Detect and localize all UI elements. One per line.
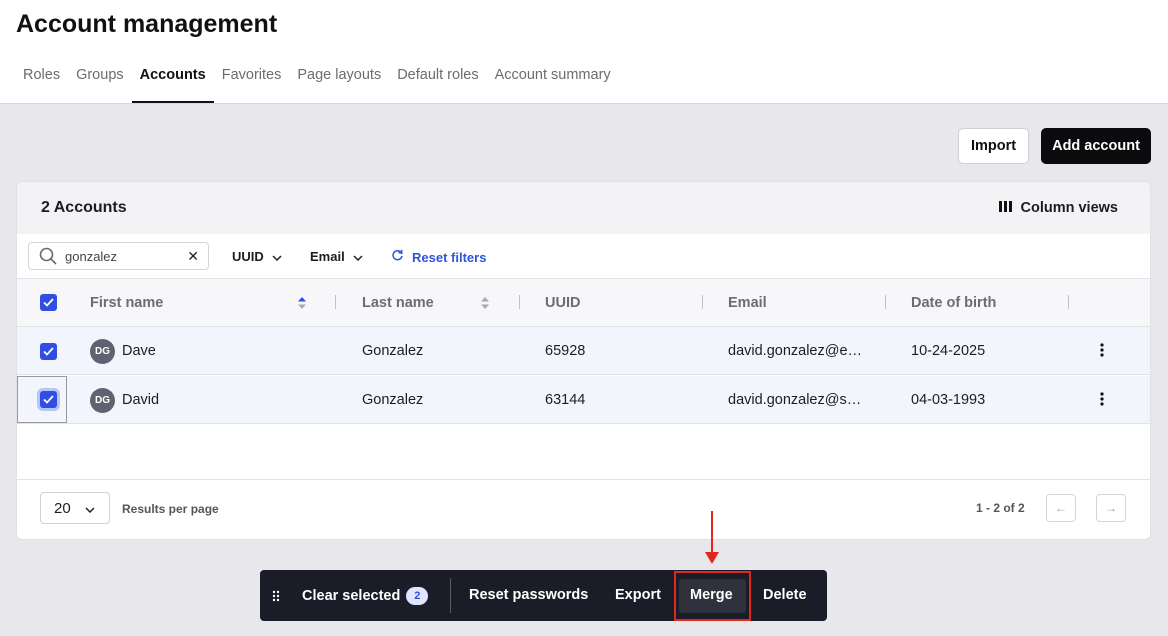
email-filter-dropdown[interactable]: Email xyxy=(310,249,363,264)
export-button[interactable]: Export xyxy=(615,587,661,603)
check-icon xyxy=(43,395,54,404)
table-row[interactable]: DG David Gonzalez 63144 david.gonzalez@s… xyxy=(17,376,1150,424)
last-name-cell: Gonzalez xyxy=(362,343,424,359)
tab-bar: Roles Groups Accounts Favorites Page lay… xyxy=(15,55,619,104)
column-header-date-of-birth[interactable]: Date of birth xyxy=(911,295,996,311)
row-checkbox[interactable] xyxy=(40,343,57,360)
last-name-cell: Gonzalez xyxy=(362,392,424,408)
filter-bar: ✕ UUID Email Reset filters xyxy=(17,234,1150,279)
email-cell: david.gonzalez@e… xyxy=(728,343,863,359)
column-views-button[interactable]: Column views xyxy=(998,200,1119,216)
import-button[interactable]: Import xyxy=(958,128,1029,164)
column-divider[interactable] xyxy=(702,295,703,309)
arrow-left-icon: ← xyxy=(1055,501,1067,515)
first-name-cell: David xyxy=(122,392,160,408)
search-box: ✕ xyxy=(28,242,209,270)
column-header-email[interactable]: Email xyxy=(728,295,767,311)
column-divider[interactable] xyxy=(335,295,336,309)
merge-highlight-box xyxy=(674,571,751,621)
reset-filters-label: Reset filters xyxy=(412,249,487,265)
tab-accounts[interactable]: Accounts xyxy=(131,55,214,103)
column-divider[interactable] xyxy=(519,295,520,309)
table-header: First name Last name UUID Email Date of … xyxy=(17,279,1150,327)
column-header-last-name[interactable]: Last name xyxy=(362,295,434,311)
tab-groups[interactable]: Groups xyxy=(68,55,132,103)
tab-favorites[interactable]: Favorites xyxy=(214,55,290,103)
uuid-filter-label: UUID xyxy=(232,249,264,264)
uuid-cell: 63144 xyxy=(545,392,586,408)
avatar: DG xyxy=(90,388,115,413)
uuid-cell: 65928 xyxy=(545,343,586,359)
page-header: Account management Roles Groups Accounts… xyxy=(0,0,1168,104)
card-header: 2 Accounts Column views xyxy=(17,182,1150,234)
table-row[interactable]: DG Dave Gonzalez 65928 david.gonzalez@e…… xyxy=(17,327,1150,375)
column-divider[interactable] xyxy=(1068,295,1069,309)
per-page-select[interactable]: 20 xyxy=(40,492,110,524)
reset-passwords-button[interactable]: Reset passwords xyxy=(469,587,588,603)
select-all-checkbox[interactable] xyxy=(40,294,57,311)
row-actions-icon[interactable] xyxy=(1100,343,1104,362)
per-page-label: Results per page xyxy=(122,502,219,516)
accounts-count-title: 2 Accounts xyxy=(41,199,127,216)
reset-filters-button[interactable]: Reset filters xyxy=(391,249,486,265)
check-icon xyxy=(43,347,54,356)
tab-account-summary[interactable]: Account summary xyxy=(487,55,619,103)
columns-icon xyxy=(998,200,1012,216)
tab-default-roles[interactable]: Default roles xyxy=(389,55,486,103)
column-header-first-name[interactable]: First name xyxy=(90,295,163,311)
page-title: Account management xyxy=(16,10,278,38)
drag-handle-icon[interactable] xyxy=(272,589,280,607)
date-of-birth-cell: 04-03-1993 xyxy=(911,392,986,408)
search-icon xyxy=(39,247,57,265)
accounts-card: 2 Accounts Column views ✕ UUID Email Res… xyxy=(16,181,1151,540)
avatar: DG xyxy=(90,339,115,364)
next-page-button[interactable]: → xyxy=(1096,494,1126,522)
column-header-uuid[interactable]: UUID xyxy=(545,295,580,311)
pagination-range: 1 - 2 of 2 xyxy=(976,501,1025,515)
sort-icon[interactable] xyxy=(297,296,307,315)
clear-search-icon[interactable]: ✕ xyxy=(187,248,199,265)
chevron-down-icon xyxy=(353,249,363,264)
chevron-down-icon xyxy=(85,500,95,517)
column-views-label: Column views xyxy=(1020,200,1119,216)
row-actions-icon[interactable] xyxy=(1100,392,1104,411)
prev-page-button[interactable]: ← xyxy=(1046,494,1076,522)
divider xyxy=(450,578,451,613)
sort-icon[interactable] xyxy=(480,296,490,315)
selected-count-badge: 2 xyxy=(406,587,429,605)
refresh-icon xyxy=(391,249,404,265)
check-icon xyxy=(43,298,54,307)
tab-page-layouts[interactable]: Page layouts xyxy=(289,55,389,103)
column-divider[interactable] xyxy=(885,295,886,309)
tab-roles[interactable]: Roles xyxy=(15,55,68,103)
date-of-birth-cell: 10-24-2025 xyxy=(911,343,986,359)
email-filter-label: Email xyxy=(310,249,345,264)
annotation-arrow xyxy=(711,511,713,553)
per-page-value: 20 xyxy=(54,499,71,517)
add-account-button[interactable]: Add account xyxy=(1041,128,1151,164)
uuid-filter-dropdown[interactable]: UUID xyxy=(232,249,282,264)
clear-selected-button[interactable]: Clear selected 2 xyxy=(302,587,429,605)
arrow-right-icon: → xyxy=(1105,501,1117,515)
delete-button[interactable]: Delete xyxy=(763,587,807,603)
first-name-cell: Dave xyxy=(122,343,156,359)
table-footer: 20 Results per page 1 - 2 of 2 ← → xyxy=(17,479,1150,539)
annotation-arrow-head xyxy=(705,552,719,564)
row-checkbox[interactable] xyxy=(40,391,57,408)
chevron-down-icon xyxy=(272,249,282,264)
email-cell: david.gonzalez@s… xyxy=(728,392,862,408)
clear-selected-label: Clear selected xyxy=(302,588,401,604)
search-input[interactable] xyxy=(65,248,175,264)
